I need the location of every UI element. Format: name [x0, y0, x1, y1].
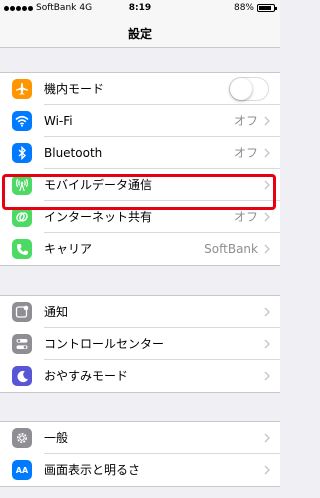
- settings-group-general: 一般 AA 画面表示と明るさ: [0, 421, 280, 487]
- battery-percent: 88%: [233, 3, 254, 13]
- control-center-row[interactable]: コントロールセンター: [0, 328, 280, 360]
- display-brightness-label: 画面表示と明るさ: [44, 463, 141, 477]
- chevron-right-icon: [264, 465, 270, 475]
- bluetooth-icon: [12, 143, 32, 163]
- chevron-right-icon: [264, 244, 270, 254]
- chevron-right-icon: [264, 212, 270, 222]
- notification-icon: [12, 302, 32, 322]
- wifi-value: オフ: [233, 114, 258, 128]
- chevron-right-icon: [264, 433, 270, 443]
- control-center-label: コントロールセンター: [44, 337, 165, 351]
- chevron-right-icon: [264, 307, 270, 317]
- carrier-row[interactable]: キャリア SoftBank: [0, 233, 280, 265]
- bluetooth-row[interactable]: Bluetooth オフ: [0, 137, 280, 169]
- wifi-icon: [12, 111, 32, 131]
- do-not-disturb-label: おやすみモード: [44, 369, 129, 383]
- moon-icon: [12, 366, 32, 386]
- general-row[interactable]: 一般: [0, 422, 280, 454]
- bluetooth-value: オフ: [233, 146, 258, 160]
- notifications-row[interactable]: 通知: [0, 296, 280, 328]
- settings-group-connectivity: 機内モード Wi-Fi オフ Bluetooth オフ モバイルデータ通信 イン…: [0, 72, 280, 266]
- wifi-label: Wi-Fi: [44, 114, 73, 128]
- chevron-right-icon: [264, 116, 270, 126]
- carrier-value: SoftBank: [204, 242, 258, 256]
- settings-group-notifications: 通知 コントロールセンター おやすみモード: [0, 295, 280, 393]
- link-icon: [12, 207, 32, 227]
- airplane-icon: [12, 79, 32, 99]
- airplane-mode-label: 機内モード: [44, 82, 105, 96]
- navigation-bar: 設定: [0, 17, 280, 48]
- gear-icon: [12, 428, 32, 448]
- phone-icon: [12, 239, 32, 259]
- chevron-right-icon: [264, 371, 270, 381]
- highlight-frame: [2, 174, 276, 210]
- carrier-label: キャリア: [44, 242, 93, 256]
- display-brightness-row[interactable]: AA 画面表示と明るさ: [0, 454, 280, 486]
- bluetooth-label: Bluetooth: [44, 146, 103, 160]
- control-center-icon: [12, 334, 32, 354]
- chevron-right-icon: [264, 148, 270, 158]
- chevron-right-icon: [264, 339, 270, 349]
- page-title: 設定: [127, 27, 152, 41]
- general-label: 一般: [44, 431, 69, 445]
- status-right: 88%: [233, 3, 277, 13]
- notifications-label: 通知: [44, 305, 69, 319]
- display-icon: AA: [12, 460, 32, 480]
- airplane-mode-toggle[interactable]: [229, 77, 269, 101]
- do-not-disturb-row[interactable]: おやすみモード: [0, 360, 280, 392]
- wifi-row[interactable]: Wi-Fi オフ: [0, 105, 280, 137]
- display-icon-text: AA: [15, 465, 29, 475]
- airplane-mode-row: 機内モード: [0, 73, 280, 105]
- status-bar: SoftBank 4G 8:19 88%: [0, 0, 280, 17]
- battery-icon: [257, 4, 277, 12]
- toggle-knob: [230, 78, 252, 100]
